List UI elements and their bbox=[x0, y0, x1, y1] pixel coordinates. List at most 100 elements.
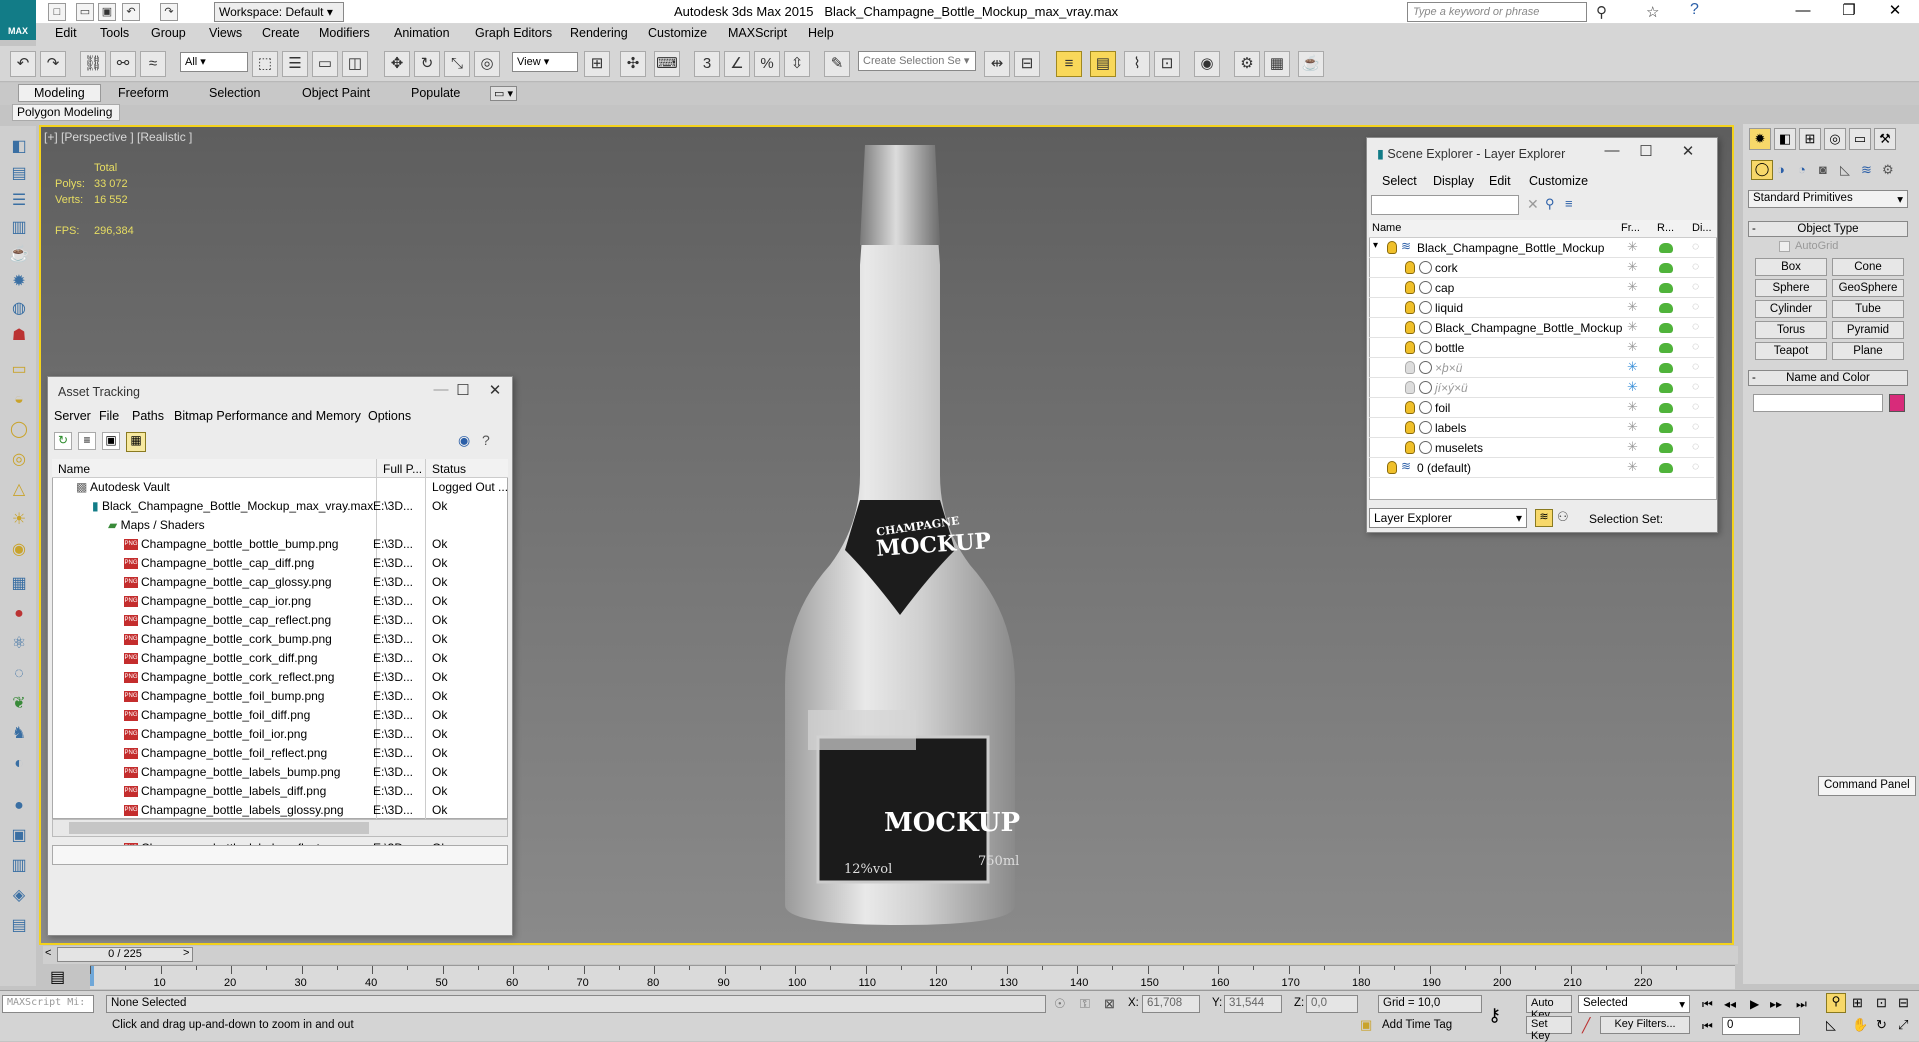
renderable-icon[interactable] bbox=[1659, 403, 1673, 413]
teapot-button[interactable]: Teapot bbox=[1755, 342, 1827, 360]
object-name-input[interactable] bbox=[1753, 394, 1883, 412]
search-input[interactable]: Type a keyword or phrase bbox=[1407, 2, 1587, 22]
align-icon[interactable]: ⊟ bbox=[1014, 51, 1040, 77]
renderable-icon[interactable] bbox=[1659, 263, 1673, 273]
y-coordinate-field[interactable]: 31,544 bbox=[1224, 995, 1282, 1013]
orbit-icon[interactable]: ↻ bbox=[1876, 1017, 1887, 1033]
isolate-icon[interactable]: ☉ bbox=[1054, 996, 1066, 1012]
menu-maxscript[interactable]: MAXScript bbox=[728, 26, 787, 40]
play-icon[interactable]: ▶ bbox=[1750, 997, 1759, 1011]
torus-primitive-icon[interactable]: ◎ bbox=[6, 448, 32, 472]
menu-options[interactable]: Options bbox=[368, 409, 411, 423]
previous-key-icon[interactable]: ◂◂ bbox=[1724, 997, 1736, 1011]
link-icon[interactable]: ⛓ bbox=[80, 51, 106, 77]
display-icon[interactable]: ◌ bbox=[1692, 459, 1699, 473]
renderable-icon[interactable] bbox=[1659, 463, 1673, 473]
menu-tools[interactable]: Tools bbox=[100, 26, 129, 40]
globe-icon[interactable]: ◌ bbox=[6, 662, 32, 686]
menu-customize[interactable]: Customize bbox=[1529, 174, 1588, 188]
display-icon[interactable]: ◌ bbox=[1692, 379, 1699, 393]
ribbon-options-icon[interactable]: ▭ ▾ bbox=[490, 86, 517, 101]
prev-frame-icon[interactable]: < bbox=[45, 947, 51, 959]
column-name[interactable]: Name bbox=[58, 462, 90, 476]
tab-populate[interactable]: Populate bbox=[411, 86, 460, 100]
expand-arrow-icon[interactable]: ▾ bbox=[1373, 240, 1378, 251]
cone-button[interactable]: Cone bbox=[1832, 258, 1904, 276]
freeze-icon[interactable]: ✳ bbox=[1627, 259, 1638, 275]
column-display[interactable]: Di... bbox=[1692, 222, 1712, 234]
object-row[interactable]: liquid ✳ ◌ bbox=[1369, 298, 1714, 318]
new-file-icon[interactable]: □ bbox=[48, 3, 66, 21]
shape-icon[interactable]: ◉ bbox=[6, 538, 32, 562]
help-icon[interactable]: ? bbox=[482, 432, 490, 448]
set-key-button[interactable]: Set Key bbox=[1526, 1016, 1572, 1042]
select-by-name-icon[interactable]: ☰ bbox=[282, 51, 308, 77]
torus-button[interactable]: Torus bbox=[1755, 321, 1827, 339]
undo-icon[interactable]: ↶ bbox=[122, 3, 140, 21]
sphere-display-icon[interactable]: ● bbox=[6, 794, 32, 818]
helpers-icon[interactable]: ◺ bbox=[1840, 162, 1850, 178]
menu-create[interactable]: Create bbox=[262, 26, 300, 40]
menu-group[interactable]: Group bbox=[151, 26, 186, 40]
display-icon[interactable]: ◌ bbox=[1692, 299, 1699, 313]
menu-paths[interactable]: Paths bbox=[132, 409, 164, 423]
key-icon[interactable]: ⚷ bbox=[1488, 1005, 1501, 1026]
tab-selection[interactable]: Selection bbox=[209, 86, 260, 100]
name-color-rollout[interactable]: - Name and Color bbox=[1748, 370, 1908, 386]
geometry-icon[interactable]: ◯ bbox=[1751, 160, 1773, 180]
display-icon[interactable]: ◌ bbox=[1692, 399, 1699, 413]
named-selection-dropdown[interactable]: Create Selection Se ▾ bbox=[858, 51, 976, 71]
grid-icon[interactable]: ▦ bbox=[6, 572, 32, 596]
place-icon[interactable]: ◎ bbox=[474, 51, 500, 77]
tube-button[interactable]: Tube bbox=[1832, 300, 1904, 318]
pyramid-button[interactable]: Pyramid bbox=[1832, 321, 1904, 339]
visibility-bulb-icon[interactable] bbox=[1387, 241, 1397, 254]
layer-row[interactable]: ▾ ≋ Black_Champagne_Bottle_Mockup ✳ ◌ bbox=[1369, 238, 1714, 258]
star-icon[interactable]: ☆ bbox=[1646, 3, 1659, 21]
save-icon[interactable]: ▣ bbox=[98, 3, 116, 21]
plane-button[interactable]: Plane bbox=[1832, 342, 1904, 360]
time-slider[interactable]: < 0 / 225 > bbox=[43, 946, 1738, 964]
freeze-icon[interactable]: ✳ bbox=[1627, 379, 1638, 395]
reference-coord-dropdown[interactable]: View ▾ bbox=[512, 52, 578, 72]
visibility-bulb-icon[interactable] bbox=[1405, 441, 1415, 454]
systems-icon[interactable]: ⚙ bbox=[1882, 162, 1894, 178]
keyboard-shortcut-icon[interactable]: ⌨ bbox=[654, 51, 680, 77]
lights-icon[interactable]: ◔ bbox=[1798, 162, 1806, 177]
close-button[interactable]: ✕ bbox=[480, 381, 510, 403]
viewport-layout-icon[interactable]: ◧ bbox=[6, 135, 32, 159]
tab-object-paint[interactable]: Object Paint bbox=[302, 86, 370, 100]
pivot-center-icon[interactable]: ⊞ bbox=[584, 51, 610, 77]
renderable-icon[interactable] bbox=[1659, 323, 1673, 333]
go-to-start-icon[interactable]: ⏮ bbox=[1702, 997, 1713, 1012]
spinner-snap-icon[interactable]: ⇳ bbox=[784, 51, 810, 77]
hierarchy-tab-icon[interactable]: ⊞ bbox=[1799, 128, 1821, 150]
binoculars-icon[interactable]: ⚲ bbox=[1596, 3, 1607, 21]
mirror-icon[interactable]: ⇹ bbox=[984, 51, 1010, 77]
tab-freeform[interactable]: Freeform bbox=[118, 86, 169, 100]
visibility-bulb-icon[interactable] bbox=[1405, 421, 1415, 434]
autogrid-checkbox[interactable] bbox=[1779, 241, 1790, 252]
box-primitive-icon[interactable]: ▭ bbox=[6, 358, 32, 382]
next-key-icon[interactable]: ▸▸ bbox=[1770, 997, 1782, 1011]
minimize-button[interactable]: — bbox=[1780, 0, 1826, 24]
minimize-button[interactable]: — bbox=[1597, 142, 1627, 164]
render-setup-icon[interactable]: ⚙ bbox=[1234, 51, 1260, 77]
z-coordinate-field[interactable]: 0,0 bbox=[1306, 995, 1358, 1013]
clear-search-icon[interactable]: ✕ bbox=[1527, 196, 1539, 213]
field-of-view-icon[interactable]: ◺ bbox=[1826, 1017, 1836, 1033]
select-object-icon[interactable]: ⬚ bbox=[252, 51, 278, 77]
freeze-icon[interactable]: ✳ bbox=[1627, 299, 1638, 315]
help-icon[interactable]: ? bbox=[1690, 1, 1699, 19]
column-render[interactable]: R... bbox=[1657, 222, 1674, 234]
camera-icon[interactable]: ◍ bbox=[6, 297, 32, 321]
visibility-bulb-icon[interactable] bbox=[1405, 341, 1415, 354]
visibility-bulb-icon[interactable] bbox=[1405, 381, 1415, 394]
snaps-toggle-icon[interactable]: 3 bbox=[694, 51, 720, 77]
go-to-end-icon[interactable]: ⏭ bbox=[1796, 997, 1807, 1012]
next-frame-icon[interactable]: > bbox=[183, 947, 189, 959]
column-status[interactable]: Status bbox=[432, 462, 466, 476]
menu-animation[interactable]: Animation bbox=[394, 26, 450, 40]
layer-explorer-icon[interactable]: ≡ bbox=[1056, 51, 1082, 77]
angle-snap-icon[interactable]: ∠ bbox=[724, 51, 750, 77]
